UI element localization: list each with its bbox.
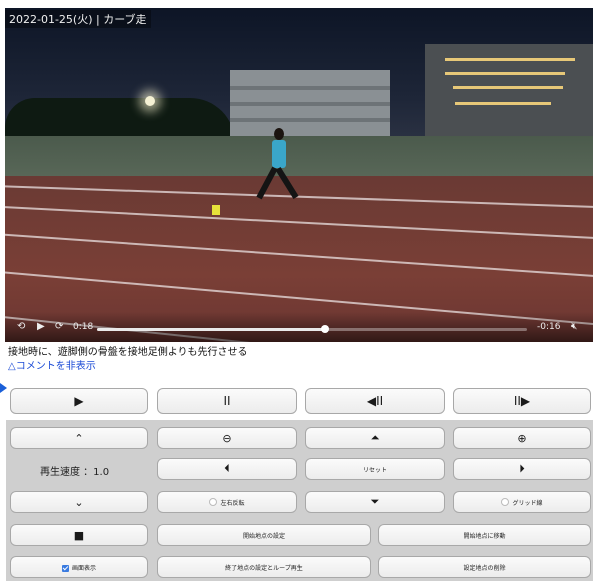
speed-up-button[interactable]: ⌃ xyxy=(10,427,148,449)
video-frame-building-right xyxy=(425,44,593,138)
reset-button[interactable]: リセット xyxy=(305,458,445,480)
video-comment-text: 接地時に、遊脚側の骨盤を接地足側よりも先行させる xyxy=(8,347,248,358)
play-icon[interactable]: ▶ xyxy=(37,321,45,333)
forward-15-icon[interactable]: ⟳ xyxy=(55,321,63,333)
zoom-in-button[interactable]: ⊕ xyxy=(453,427,591,449)
remaining-time: -0:16 xyxy=(537,322,561,332)
step-back-button[interactable]: ◀II xyxy=(305,388,445,414)
go-to-start-point-button[interactable]: 開始地点に移動 xyxy=(378,524,591,546)
pointer-marker-icon xyxy=(0,383,7,393)
move-right-button[interactable]: ⏵ xyxy=(453,458,591,480)
zoom-out-button[interactable]: ⊖ xyxy=(157,427,297,449)
stop-button[interactable]: ■ xyxy=(10,524,148,546)
rewind-15-icon[interactable]: ⟲ xyxy=(17,321,25,333)
step-forward-button[interactable]: II▶ xyxy=(453,388,591,414)
mirror-toggle[interactable]: 左右反転 xyxy=(157,491,297,513)
elapsed-time: 0:18 xyxy=(73,322,94,332)
move-down-button[interactable]: ⏷ xyxy=(305,491,445,513)
hide-comment-link[interactable]: △コメントを非表示 xyxy=(8,360,96,373)
zoom-out-icon: ⊖ xyxy=(222,431,232,445)
video-player[interactable]: 2022-01-25(火) | カーブ走 ⟲ ▶ ⟳ 0:18 -0:16 🔇︎ xyxy=(5,8,593,342)
arrow-right-box-icon: ⏵ xyxy=(519,462,525,475)
seek-bar[interactable] xyxy=(97,325,527,333)
screen-display-checkbox[interactable] xyxy=(61,564,69,572)
set-start-point-button[interactable]: 開始地点の設定 xyxy=(157,524,371,546)
chevron-down-icon: ⌄ xyxy=(74,495,84,509)
speed-down-button[interactable]: ⌄ xyxy=(10,491,148,513)
pause-button[interactable]: II xyxy=(157,388,297,414)
screen-display-toggle[interactable]: 画面表示 xyxy=(10,556,148,578)
grid-radio[interactable] xyxy=(501,498,510,506)
video-frame-cone xyxy=(212,205,220,215)
arrow-up-box-icon: ⏶ xyxy=(370,431,380,444)
arrow-left-box-icon: ⏴ xyxy=(224,462,230,475)
zoom-in-icon: ⊕ xyxy=(517,431,527,445)
video-frame-runner xyxy=(256,128,299,208)
seek-bar-handle[interactable] xyxy=(320,325,329,333)
clear-points-button[interactable]: 設定地点の削除 xyxy=(378,556,591,578)
playback-speed-label: 再生速度 ：1.0 xyxy=(40,467,110,478)
seek-bar-progress xyxy=(97,328,325,331)
move-up-button[interactable]: ⏶ xyxy=(305,427,445,449)
video-frame-building-left xyxy=(230,70,390,138)
stop-icon: ■ xyxy=(73,528,85,542)
grid-toggle[interactable]: グリッド線 xyxy=(453,491,591,513)
play-button[interactable]: ▶ xyxy=(10,388,148,414)
video-controls-bar: ⟲ ▶ ⟳ 0:18 -0:16 🔇︎ xyxy=(5,312,593,342)
arrow-down-box-icon: ⏷ xyxy=(370,495,380,508)
video-frame-streetlight xyxy=(145,96,155,106)
set-end-point-loop-button[interactable]: 終了地点の設定とループ再生 xyxy=(157,556,371,578)
mirror-radio[interactable] xyxy=(209,498,218,506)
move-left-button[interactable]: ⏴ xyxy=(157,458,297,480)
speaker-muted-icon[interactable]: 🔇︎ xyxy=(571,321,577,333)
chevron-up-icon: ⌃ xyxy=(74,431,84,445)
video-timestamp-label: 2022-01-25(火) | カーブ走 xyxy=(5,10,151,28)
